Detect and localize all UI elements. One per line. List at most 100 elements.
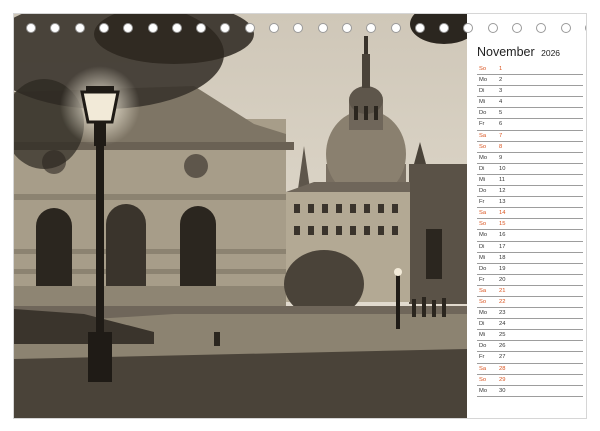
binding-ring: [487, 23, 498, 33]
day-abbr: Mi: [479, 99, 486, 106]
day-row: So 1: [477, 64, 583, 76]
day-number: 27: [499, 354, 506, 361]
day-number: 18: [499, 254, 506, 261]
binding-ring: [414, 23, 425, 33]
binding-ring: [123, 23, 134, 33]
day-number: 4: [499, 99, 503, 106]
day-row: Mo 23: [477, 308, 583, 320]
day-number: 2: [499, 77, 503, 84]
day-abbr: Sa: [479, 287, 487, 294]
day-row: So 8: [477, 142, 583, 153]
spiral-binding: [14, 23, 586, 39]
day-abbr: Fr: [479, 276, 485, 283]
month-label: November: [477, 45, 535, 59]
year-label: 2026: [541, 48, 561, 58]
binding-ring: [512, 23, 522, 33]
day-abbr: So: [479, 298, 487, 305]
day-number: 28: [499, 365, 506, 372]
day-number: 11: [499, 176, 506, 183]
right-tower: [409, 142, 467, 304]
day-abbr: Mo: [479, 154, 488, 161]
binding-ring: [390, 23, 401, 33]
day-abbr: Di: [479, 88, 485, 95]
day-number: 9: [499, 154, 503, 161]
day-number: 26: [499, 343, 506, 350]
day-number: 24: [499, 321, 506, 328]
day-abbr: Di: [479, 321, 485, 328]
day-row: Mi 4: [477, 97, 583, 109]
day-abbr: So: [479, 376, 487, 383]
calendar-page: November 2026 So 1 Mo 2 Di 3 Mi 4 Do 5 Fr 6 Sa 7 So 8 Mo…: [13, 13, 587, 419]
binding-ring: [269, 23, 279, 33]
day-number: 17: [499, 243, 506, 250]
binding-ring: [439, 23, 450, 33]
binding-ring: [171, 23, 182, 33]
day-abbr: Do: [479, 343, 487, 350]
day-number: 6: [499, 121, 503, 128]
day-row: Mi 25: [477, 330, 583, 342]
day-row: Fr 20: [477, 275, 583, 286]
day-number: 21: [499, 287, 506, 294]
binding-ring: [147, 23, 158, 33]
day-abbr: So: [479, 221, 487, 228]
day-abbr: So: [479, 66, 487, 72]
binding-ring: [584, 23, 586, 33]
day-row: Mo 16: [477, 230, 583, 242]
day-abbr: Do: [479, 188, 487, 195]
day-number: 20: [499, 276, 506, 283]
binding-ring: [50, 23, 61, 33]
day-list: So 1 Mo 2 Di 3 Mi 4 Do 5 Fr 6 Sa 7 So 8 Mo 9 Di 10 Mi 11 Do 12 F…: [477, 64, 583, 397]
calendar-panel: November 2026 So 1 Mo 2 Di 3 Mi 4 Do 5 Fr 6 Sa 7 So 8 Mo…: [477, 42, 583, 397]
day-row: Sa 28: [477, 364, 583, 375]
day-number: 8: [499, 143, 503, 150]
day-row: So 29: [477, 375, 583, 386]
binding-ring: [244, 23, 255, 33]
day-number: 23: [499, 310, 506, 317]
day-abbr: Sa: [479, 210, 487, 217]
day-row: Di 10: [477, 164, 583, 175]
day-number: 19: [499, 265, 506, 272]
day-abbr: So: [479, 143, 487, 150]
day-abbr: Fr: [479, 354, 485, 361]
day-row: Do 12: [477, 186, 583, 198]
day-abbr: Mi: [479, 254, 486, 261]
binding-ring: [463, 23, 474, 33]
day-abbr: Sa: [479, 365, 487, 372]
day-row: Sa 14: [477, 208, 583, 220]
day-row: Fr 13: [477, 197, 583, 209]
binding-ring: [220, 23, 231, 33]
day-number: 5: [499, 110, 503, 117]
day-number: 29: [499, 376, 506, 383]
day-abbr: Mo: [479, 310, 488, 317]
binding-ring: [317, 23, 328, 33]
day-row: Mi 18: [477, 253, 583, 264]
day-row: Sa 21: [477, 286, 583, 297]
day-number: 10: [499, 165, 506, 172]
day-abbr: Di: [479, 243, 485, 250]
day-number: 25: [499, 332, 506, 339]
day-row: Do 26: [477, 341, 583, 353]
day-row: Di 17: [477, 242, 583, 253]
city-photo: [14, 14, 467, 418]
day-abbr: Mo: [479, 232, 488, 239]
day-number: 3: [499, 88, 503, 95]
day-row: Mo 30: [477, 386, 583, 397]
day-abbr: Di: [479, 165, 485, 172]
photo-illustration: [14, 14, 467, 418]
day-row: So 22: [477, 297, 583, 309]
day-row: Do 5: [477, 108, 583, 120]
day-row: Di 24: [477, 319, 583, 331]
binding-ring: [196, 23, 207, 33]
day-row: Di 3: [477, 86, 583, 98]
binding-ring: [536, 23, 547, 33]
day-abbr: Do: [479, 110, 487, 117]
binding-ring: [341, 23, 352, 33]
binding-ring: [74, 23, 85, 33]
day-abbr: Fr: [479, 121, 485, 128]
day-number: 16: [499, 232, 506, 239]
binding-ring: [366, 23, 377, 33]
binding-ring: [560, 23, 571, 33]
day-abbr: Mi: [479, 332, 486, 339]
day-number: 15: [499, 221, 506, 228]
day-number: 30: [499, 387, 506, 394]
